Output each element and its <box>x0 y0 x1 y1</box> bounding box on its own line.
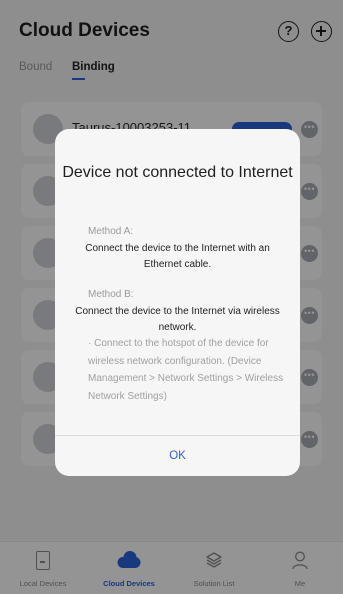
method-a-text: Connect the device to the Internet with … <box>85 243 270 270</box>
method-a-label: Method A: <box>88 226 134 237</box>
dialog-title: Device not connected to Internet <box>62 164 293 181</box>
method-b-text: Connect the device to the Internet via w… <box>75 306 280 333</box>
method-b-label: Method B: <box>88 289 134 300</box>
method-b-note: · Connect to the hotspot of the device f… <box>88 338 284 402</box>
ok-button[interactable]: OK <box>55 436 300 476</box>
alert-dialog: Device not connected to Internet Method … <box>55 129 300 476</box>
